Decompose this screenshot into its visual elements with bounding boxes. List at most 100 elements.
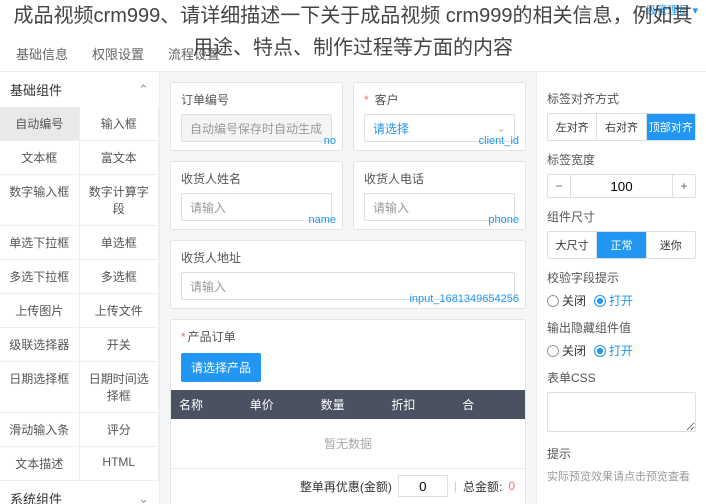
tab-flow[interactable]: 流程设置 (168, 44, 220, 71)
component-item[interactable]: HTML (80, 447, 160, 481)
field-label: 订单编号 (181, 91, 332, 108)
component-item[interactable]: 级联选择器 (0, 328, 80, 362)
component-item[interactable]: 多选下拉框 (0, 260, 80, 294)
hideval-on[interactable]: 打开 (594, 342, 633, 359)
component-item[interactable]: 文本框 (0, 141, 80, 175)
table-footer: 整单再优惠(金额) | 总金额: 0 (171, 468, 525, 503)
field-id: no (324, 135, 336, 147)
component-item[interactable]: 评分 (80, 413, 160, 447)
size-group: 大尺寸 正常 迷你 (547, 231, 696, 259)
prop-css-label: 表单CSS (547, 369, 696, 386)
component-item[interactable]: 数字计算字段 (80, 175, 160, 226)
align-top[interactable]: 顶部对齐 (646, 114, 695, 140)
align-right[interactable]: 右对齐 (596, 114, 645, 140)
col-name: 名称 (171, 390, 242, 419)
component-item[interactable]: 数字输入框 (0, 175, 80, 226)
form-canvas: 订单编号 自动编号保存时自动生成 no 客户 请选择 ⌄ client_id 收… (160, 72, 536, 504)
radio-icon (594, 345, 606, 357)
select-product-button[interactable]: 请选择产品 (181, 353, 261, 382)
field-recv-addr[interactable]: 收货人地址 请输入 input_1681349654256 (170, 240, 526, 309)
tab-permission[interactable]: 权限设置 (92, 44, 144, 71)
radio-label: 关闭 (562, 342, 586, 359)
component-item[interactable]: 富文本 (80, 141, 160, 175)
radio-icon (547, 295, 559, 307)
total-label: 总金额: (463, 478, 502, 495)
stepper-minus[interactable]: − (548, 175, 570, 197)
prop-validate-label: 校验字段提示 (547, 269, 696, 286)
tab-basic[interactable]: 基础信息 (16, 44, 68, 71)
component-item[interactable]: 日期选择框 (0, 362, 80, 413)
col-price: 单价 (242, 390, 313, 419)
prop-size-label: 组件尺寸 (547, 208, 696, 225)
field-label: 产品订单 (171, 320, 525, 353)
css-textarea[interactable] (547, 392, 696, 432)
component-sidebar: 基础组件 ⌃ 自动编号输入框文本框富文本数字输入框数字计算字段单选下拉框单选框多… (0, 72, 160, 504)
align-left[interactable]: 左对齐 (548, 114, 596, 140)
component-item[interactable]: 开关 (80, 328, 160, 362)
divider: | (454, 479, 457, 493)
component-item[interactable]: 文本描述 (0, 447, 80, 481)
top-tabs: 基础信息 权限设置 流程设置 (0, 0, 706, 72)
field-client[interactable]: 客户 请选择 ⌄ client_id (353, 82, 526, 151)
align-group: 左对齐 右对齐 顶部对齐 (547, 113, 696, 141)
group-basic[interactable]: 基础组件 ⌃ (0, 72, 159, 107)
field-recv-phone[interactable]: 收货人电话 请输入 phone (353, 161, 526, 230)
radio-label: 打开 (609, 342, 633, 359)
component-item[interactable]: 自动编号 (0, 107, 80, 141)
size-normal[interactable]: 正常 (596, 232, 645, 258)
component-item[interactable]: 上传文件 (80, 294, 160, 328)
col-qty: 数量 (313, 390, 384, 419)
chevron-down-icon: ⌄ (496, 121, 506, 135)
field-id: phone (488, 214, 519, 226)
prop-hideval-label: 输出隐藏组件值 (547, 319, 696, 336)
hideval-off[interactable]: 关闭 (547, 342, 586, 359)
radio-icon (594, 295, 606, 307)
table-header: 名称 单价 数量 折扣 合 (171, 390, 525, 419)
radio-label: 关闭 (562, 292, 586, 309)
stepper-plus[interactable]: + (673, 175, 695, 197)
component-item[interactable]: 多选框 (80, 260, 160, 294)
discount-label: 整单再优惠(金额) (300, 478, 392, 495)
component-item[interactable]: 滑动输入条 (0, 413, 80, 447)
prop-hint-label: 提示 (547, 445, 696, 462)
stepper-value[interactable] (570, 175, 673, 197)
component-item[interactable]: 输入框 (80, 107, 160, 141)
field-recv-name[interactable]: 收货人姓名 请输入 name (170, 161, 343, 230)
col-sum: 合 (454, 390, 525, 419)
group-basic-label: 基础组件 (10, 80, 62, 99)
chevron-up-icon: ⌃ (138, 82, 149, 98)
col-discount: 折扣 (383, 390, 454, 419)
label-width-stepper[interactable]: − + (547, 174, 696, 198)
chevron-down-icon: ⌄ (138, 491, 149, 504)
size-mini[interactable]: 迷你 (646, 232, 695, 258)
field-id: input_1681349654256 (409, 293, 519, 305)
component-item[interactable]: 日期时间选择框 (80, 362, 160, 413)
hint-text: 实际预览效果请点击预览查看 (547, 468, 696, 484)
field-product-order[interactable]: 产品订单 请选择产品 名称 单价 数量 折扣 合 暂无数据 整单再优惠(金额) … (170, 319, 526, 504)
validate-off[interactable]: 关闭 (547, 292, 586, 309)
radio-icon (547, 345, 559, 357)
group-system-comp[interactable]: 系统组件 ⌄ (0, 481, 159, 504)
user-badge[interactable]: 级管理员 ▾ (645, 2, 698, 18)
field-label: 收货人姓名 (181, 170, 332, 187)
component-item[interactable]: 单选下拉框 (0, 226, 80, 260)
field-label: 收货人地址 (181, 249, 515, 266)
component-item[interactable]: 上传图片 (0, 294, 80, 328)
auto-number-input: 自动编号保存时自动生成 (181, 114, 332, 142)
field-label: 收货人电话 (364, 170, 515, 187)
properties-panel: 标签对齐方式 左对齐 右对齐 顶部对齐 标签宽度 − + 组件尺寸 大尺寸 正常… (536, 72, 706, 504)
prop-width-label: 标签宽度 (547, 151, 696, 168)
component-item[interactable]: 单选框 (80, 226, 160, 260)
discount-input[interactable] (398, 475, 448, 497)
prop-align-label: 标签对齐方式 (547, 90, 696, 107)
size-large[interactable]: 大尺寸 (548, 232, 596, 258)
validate-on[interactable]: 打开 (594, 292, 633, 309)
select-placeholder: 请选择 (373, 120, 409, 137)
field-order-no[interactable]: 订单编号 自动编号保存时自动生成 no (170, 82, 343, 151)
field-id: name (308, 214, 336, 226)
table-empty: 暂无数据 (171, 419, 525, 468)
field-id: client_id (479, 135, 519, 147)
total-value: 0 (508, 479, 515, 493)
field-label: 客户 (364, 91, 515, 108)
radio-label: 打开 (609, 292, 633, 309)
